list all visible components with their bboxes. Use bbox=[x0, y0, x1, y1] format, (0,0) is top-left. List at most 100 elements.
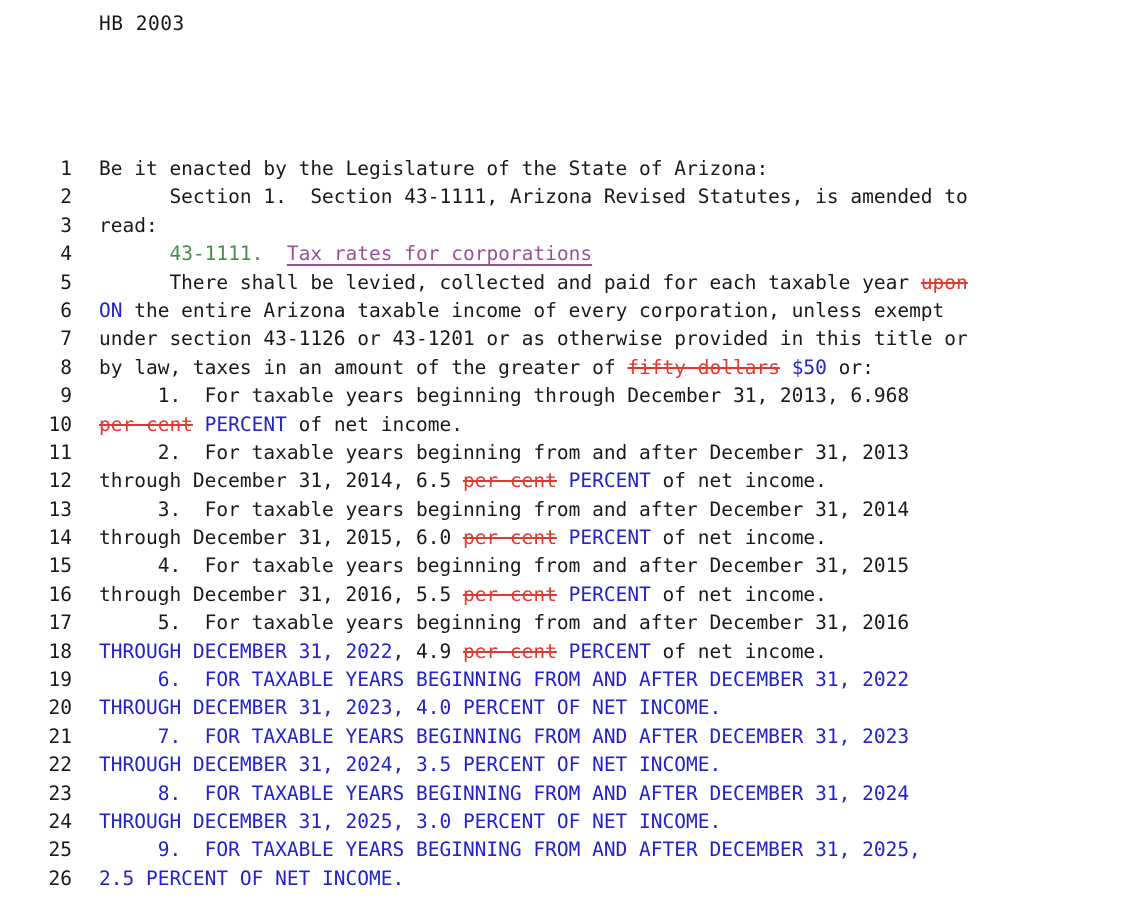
text-run: 3. For taxable years beginning from and … bbox=[99, 497, 910, 521]
line-number: 19 bbox=[48, 668, 72, 692]
line-number: 7 bbox=[60, 327, 72, 351]
line-text: through December 31, 2016, 5.5 per cent … bbox=[99, 581, 1061, 609]
line-number: 12 bbox=[48, 469, 72, 493]
line-text: THROUGH DECEMBER 31, 2023, 4.0 PERCENT O… bbox=[99, 694, 1061, 722]
text-run: Be it enacted by the Legislature of the … bbox=[99, 157, 769, 180]
bill-line: 6 ON the entire Arizona taxable income of… bbox=[0, 297, 1125, 325]
text-run: read: bbox=[99, 213, 158, 237]
deleted-text: upon bbox=[920, 270, 968, 294]
line-number: 10 bbox=[48, 412, 72, 436]
line-text: per cent PERCENT of net income. bbox=[99, 411, 1061, 439]
bill-line: 24 THROUGH DECEMBER 31, 2025, 3.0 PERCENT… bbox=[0, 808, 1125, 836]
text-run bbox=[557, 583, 569, 606]
right-margin-mask bbox=[1061, 0, 1125, 909]
line-number: 26 bbox=[48, 866, 72, 890]
inserted-text: 6. FOR TAXABLE YEARS BEGINNING FROM AND … bbox=[99, 668, 910, 692]
bill-number-header: HB 2003 bbox=[99, 12, 185, 35]
line-text: THROUGH DECEMBER 31, 2025, 3.0 PERCENT O… bbox=[99, 808, 1061, 836]
text-run: 1. For taxable years beginning through D… bbox=[99, 384, 910, 408]
line-number: 5 bbox=[60, 270, 72, 294]
text-run: or: bbox=[826, 355, 874, 379]
line-text: 1. For taxable years beginning through D… bbox=[99, 382, 1061, 410]
bill-line: 14 through December 31, 2015, 6.0 per cen… bbox=[0, 524, 1125, 552]
text-run: of net income. bbox=[650, 582, 827, 606]
bill-line: 21 7. FOR TAXABLE YEARS BEGINNING FROM A… bbox=[0, 723, 1125, 751]
line-number: 18 bbox=[48, 639, 72, 663]
text-run: Section 1. Section 43-1111, Arizona Revi… bbox=[99, 185, 968, 209]
text-run: by law, taxes in an amount of the greate… bbox=[99, 355, 628, 379]
text-run bbox=[263, 242, 286, 265]
inserted-text: 7. FOR TAXABLE YEARS BEGINNING FROM AND … bbox=[99, 724, 910, 748]
line-text: 9. FOR TAXABLE YEARS BEGINNING FROM AND … bbox=[99, 836, 1061, 864]
line-text: 43-1111. Tax rates for corporations bbox=[99, 240, 1061, 268]
text-run: of net income. bbox=[650, 469, 827, 493]
inserted-text: 2.5 PERCENT OF NET INCOME. bbox=[99, 866, 405, 890]
bill-line: 17 5. For taxable years beginning from a… bbox=[0, 609, 1125, 637]
text-run: the entire Arizona taxable income of eve… bbox=[122, 298, 945, 322]
line-number: 14 bbox=[48, 526, 72, 550]
inserted-text: PERCENT bbox=[568, 639, 651, 663]
line-number: 25 bbox=[48, 838, 72, 862]
line-number: 20 bbox=[48, 696, 72, 720]
line-number: 3 bbox=[60, 213, 72, 237]
line-number: 17 bbox=[48, 611, 72, 635]
bill-line: 23 8. FOR TAXABLE YEARS BEGINNING FROM A… bbox=[0, 780, 1125, 808]
text-run bbox=[557, 640, 569, 663]
text-run: 2. For taxable years beginning from and … bbox=[99, 440, 910, 464]
bill-line: 16 through December 31, 2016, 5.5 per cen… bbox=[0, 581, 1125, 609]
line-text: There shall be levied, collected and pai… bbox=[99, 269, 1061, 297]
inserted-text: 9. FOR TAXABLE YEARS BEGINNING FROM AND … bbox=[99, 838, 921, 862]
line-number: 8 bbox=[60, 355, 72, 379]
line-text: 4. For taxable years beginning from and … bbox=[99, 552, 1061, 580]
bill-line: 13 3. For taxable years beginning from a… bbox=[0, 496, 1125, 524]
text-run: through December 31, 2016, 5.5 bbox=[99, 582, 463, 606]
bill-line: 20 THROUGH DECEMBER 31, 2023, 4.0 PERCENT… bbox=[0, 694, 1125, 722]
line-number: 13 bbox=[48, 497, 72, 521]
deleted-text: per cent bbox=[99, 412, 193, 436]
line-number: 2 bbox=[60, 185, 72, 209]
line-text: 5. For taxable years beginning from and … bbox=[99, 609, 1061, 637]
bill-line: 12 through December 31, 2014, 6.5 per cen… bbox=[0, 467, 1125, 495]
line-text: under section 43-1126 or 43-1201 or as o… bbox=[99, 325, 1061, 353]
inserted-text: 8. FOR TAXABLE YEARS BEGINNING FROM AND … bbox=[99, 781, 910, 805]
line-text: 3. For taxable years beginning from and … bbox=[99, 496, 1061, 524]
line-number: 9 bbox=[60, 384, 72, 408]
line-text: 2. For taxable years beginning from and … bbox=[99, 439, 1061, 467]
line-number: 22 bbox=[48, 753, 72, 777]
bill-line: 9 1. For taxable years beginning through… bbox=[0, 382, 1125, 410]
line-text: read: bbox=[99, 212, 1061, 240]
line-text: 7. FOR TAXABLE YEARS BEGINNING FROM AND … bbox=[99, 723, 1061, 751]
bill-line: 2 Section 1. Section 43-1111, Arizona Re… bbox=[0, 183, 1125, 211]
bill-line: 4 43-1111. Tax rates for corporations bbox=[0, 240, 1125, 268]
deleted-text: per cent bbox=[462, 639, 557, 663]
inserted-text: PERCENT bbox=[568, 526, 651, 550]
line-text: 6. FOR TAXABLE YEARS BEGINNING FROM AND … bbox=[99, 666, 1061, 694]
bill-text-body: 1 Be it enacted by the Legislature of the… bbox=[0, 155, 1125, 893]
text-run bbox=[193, 413, 205, 436]
line-number: 23 bbox=[48, 781, 72, 805]
line-number: 1 bbox=[60, 157, 72, 180]
bill-line: 25 9. FOR TAXABLE YEARS BEGINNING FROM A… bbox=[0, 836, 1125, 864]
text-run: of net income. bbox=[650, 526, 827, 550]
text-run: 5. For taxable years beginning from and … bbox=[99, 611, 910, 635]
text-run: 4. For taxable years beginning from and … bbox=[99, 554, 910, 578]
line-text: ON the entire Arizona taxable income of … bbox=[99, 297, 1061, 325]
text-run bbox=[557, 526, 569, 549]
line-number: 21 bbox=[48, 724, 72, 748]
line-text: THROUGH DECEMBER 31, 2022, 4.9 per cent … bbox=[99, 638, 1061, 666]
bill-line: 19 6. FOR TAXABLE YEARS BEGINNING FROM A… bbox=[0, 666, 1125, 694]
text-run: , 4.9 bbox=[392, 639, 463, 663]
inserted-text: THROUGH DECEMBER 31, 2025, 3.0 PERCENT O… bbox=[99, 809, 722, 833]
line-text: through December 31, 2015, 6.0 per cent … bbox=[99, 524, 1061, 552]
line-number: 11 bbox=[48, 440, 72, 464]
inserted-text: THROUGH DECEMBER 31, 2024, 3.5 PERCENT O… bbox=[99, 753, 722, 777]
text-run bbox=[780, 356, 792, 379]
deleted-text: per cent bbox=[462, 526, 557, 550]
text-run: through December 31, 2015, 6.0 bbox=[99, 526, 463, 550]
section-heading-link[interactable]: Tax rates for corporations bbox=[287, 242, 592, 265]
bill-line: 26 2.5 PERCENT OF NET INCOME. bbox=[0, 865, 1125, 893]
deleted-text: per cent bbox=[462, 469, 557, 493]
line-number: 15 bbox=[48, 554, 72, 578]
bill-line: 8 by law, taxes in an amount of the great… bbox=[0, 354, 1125, 382]
document-page: HB 2003 1 Be it enacted by the Legislatur… bbox=[0, 0, 1125, 909]
